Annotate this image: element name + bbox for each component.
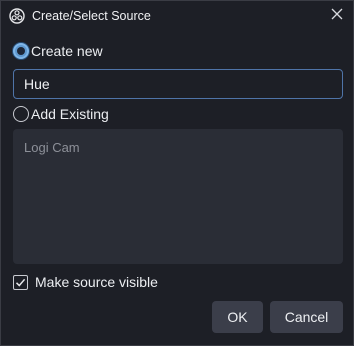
ok-button[interactable]: OK — [212, 301, 263, 333]
make-source-visible-label: Make source visible — [35, 274, 158, 290]
checkmark-icon — [15, 278, 26, 287]
create-new-label: Create new — [31, 43, 103, 59]
existing-sources-list[interactable]: Logi Cam — [13, 129, 343, 264]
close-icon — [331, 7, 343, 25]
add-existing-option[interactable]: Add Existing — [13, 106, 109, 122]
obs-logo-icon — [9, 8, 25, 24]
make-source-visible-checkbox[interactable] — [13, 274, 28, 290]
create-new-radio[interactable] — [13, 43, 29, 59]
cancel-button[interactable]: Cancel — [270, 301, 343, 333]
add-existing-label: Add Existing — [31, 106, 109, 122]
close-button[interactable] — [326, 5, 348, 27]
list-item[interactable]: Logi Cam — [24, 140, 80, 155]
title-bar: Create/Select Source — [1, 1, 353, 32]
add-existing-radio[interactable] — [13, 106, 29, 122]
source-name-input[interactable] — [13, 69, 343, 99]
dialog-title: Create/Select Source — [32, 9, 151, 23]
create-select-source-dialog: Create/Select Source Create new Add Exis… — [0, 0, 354, 346]
create-new-option[interactable]: Create new — [13, 43, 103, 59]
make-source-visible-option[interactable]: Make source visible — [13, 274, 158, 290]
